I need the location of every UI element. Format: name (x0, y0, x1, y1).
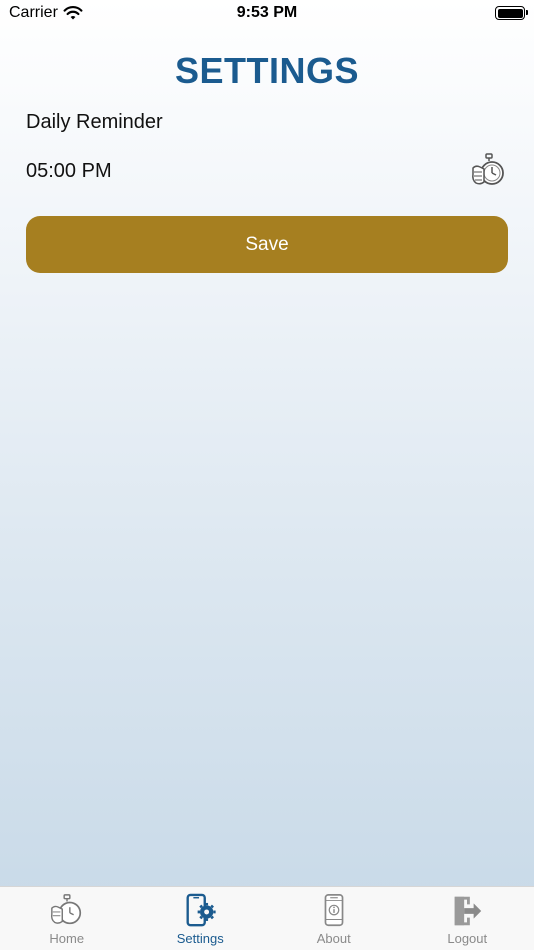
stopwatch-icon[interactable] (470, 152, 508, 190)
tab-home-label: Home (49, 931, 85, 946)
save-button[interactable]: Save (26, 216, 508, 273)
tab-settings[interactable]: Settings (134, 887, 268, 950)
tab-about-label: About (316, 931, 351, 946)
page-title: SETTINGS (174, 50, 360, 91)
phone-gear-icon (186, 893, 216, 927)
tab-bar: Home Settings About Logout (0, 886, 534, 950)
phone-info-icon (324, 894, 344, 927)
daily-reminder-label: Daily Reminder (26, 111, 163, 133)
status-bar: Carrier 9:53 PM (0, 0, 534, 30)
logout-icon (454, 896, 482, 926)
stopwatch-icon (50, 894, 81, 925)
status-time: 9:53 PM (236, 4, 298, 21)
tab-logout-label: Logout (447, 931, 488, 946)
tab-logout[interactable]: Logout (401, 887, 534, 950)
tab-home[interactable]: Home (0, 887, 134, 950)
battery-icon (495, 6, 528, 20)
tab-settings-label: Settings (176, 931, 224, 946)
reminder-time-value[interactable]: 05:00 PM (26, 160, 112, 183)
tab-about[interactable]: About (267, 887, 401, 950)
